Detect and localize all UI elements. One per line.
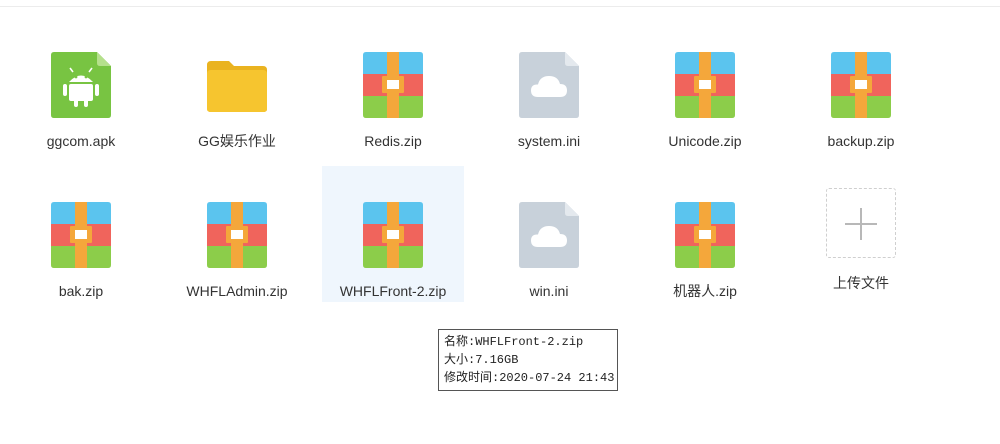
upload-button[interactable] — [826, 188, 896, 258]
file-item-system-ini[interactable]: system.ini — [478, 18, 620, 154]
zip-archive-icon — [51, 202, 111, 268]
zip-archive-icon — [363, 202, 423, 268]
file-item-whflfront-2-zip[interactable]: WHFLFront-2.zip — [322, 166, 464, 302]
tooltip-size-line: 大小:7.16GB — [444, 353, 519, 367]
file-name-label: win.ini — [529, 283, 569, 299]
zip-archive-icon — [675, 202, 735, 268]
cloud-doc-icon — [519, 52, 579, 118]
upload-file-tile[interactable]: 上传文件 — [790, 150, 932, 291]
file-item-ggcom-apk[interactable]: ggcom.apk — [10, 18, 152, 154]
folder-icon — [207, 61, 267, 112]
zip-archive-icon — [831, 52, 891, 118]
file-item-win-ini[interactable]: win.ini — [478, 168, 620, 304]
file-info-tooltip: 名称:WHFLFront-2.zip 大小:7.16GB 修改时间:2020-0… — [438, 329, 618, 391]
folder-item-gg[interactable]: GG娱乐作业 — [166, 18, 308, 154]
file-name-label: bak.zip — [58, 283, 104, 299]
file-item-bak-zip[interactable]: bak.zip — [10, 168, 152, 304]
file-item-whfladmin-zip[interactable]: WHFLAdmin.zip — [166, 168, 308, 304]
android-apk-icon — [51, 52, 111, 118]
file-name-label: 机器人.zip — [673, 283, 737, 299]
file-name-label: WHFLAdmin.zip — [186, 283, 288, 299]
cloud-doc-icon — [519, 202, 579, 268]
file-name-label: system.ini — [517, 133, 581, 149]
top-divider — [0, 6, 1000, 7]
file-item-unicode-zip[interactable]: Unicode.zip — [634, 18, 776, 154]
zip-archive-icon — [207, 202, 267, 268]
upload-label: 上传文件 — [833, 275, 889, 291]
zip-archive-icon — [675, 52, 735, 118]
file-name-label: ggcom.apk — [46, 133, 116, 149]
file-name-label: backup.zip — [827, 133, 895, 149]
folder-name-label: GG娱乐作业 — [198, 133, 276, 149]
file-item-redis-zip[interactable]: Redis.zip — [322, 18, 464, 154]
zip-archive-icon — [363, 52, 423, 118]
tooltip-name-line: 名称:WHFLFront-2.zip — [444, 335, 584, 349]
file-name-label: WHFLFront-2.zip — [339, 283, 447, 299]
file-item-backup-zip[interactable]: backup.zip — [790, 18, 932, 154]
file-item-robot-zip[interactable]: 机器人.zip — [634, 168, 776, 304]
file-name-label: Redis.zip — [364, 133, 422, 149]
file-name-label: Unicode.zip — [668, 133, 742, 149]
tooltip-modified-line: 修改时间:2020-07-24 21:43 — [444, 371, 615, 385]
